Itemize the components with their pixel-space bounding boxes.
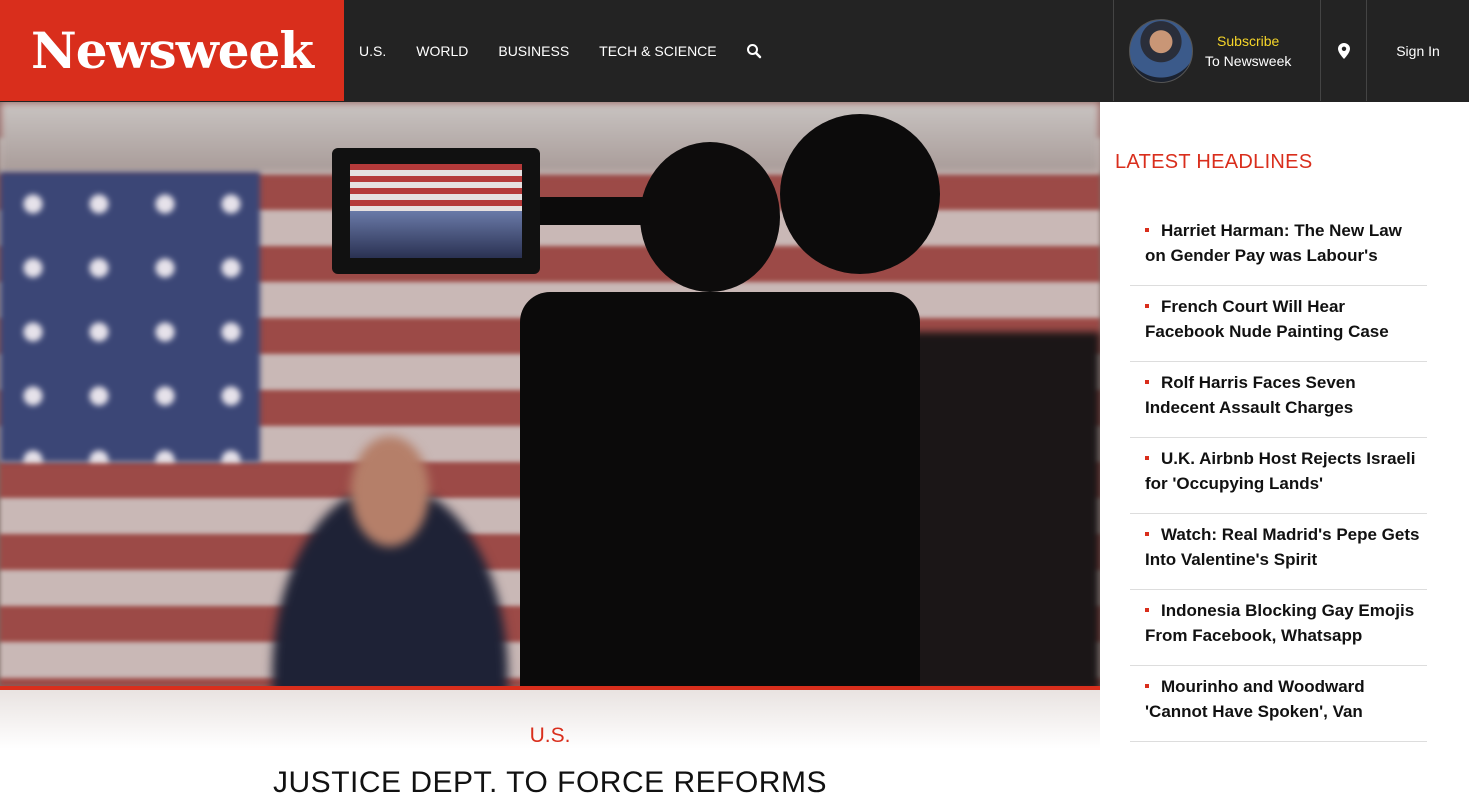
bullet-icon — [1145, 683, 1149, 688]
headline-text: Watch: Real Madrid's Pepe Gets Into Vale… — [1145, 525, 1420, 569]
site-header: Newsweek U.S. WORLD BUSINESS TECH & SCIE… — [0, 0, 1469, 102]
latest-headlines-sidebar: LATEST HEADLINES Harriet Harman: The New… — [1100, 102, 1469, 788]
headline-item[interactable]: Harriet Harman: The New Law on Gender Pa… — [1130, 208, 1427, 286]
location-button[interactable] — [1320, 0, 1366, 101]
hero-ceiling — [0, 102, 1100, 172]
headline-text: Rolf Harris Faces Seven Indecent Assault… — [1145, 373, 1356, 417]
camera-handle — [640, 142, 780, 292]
headline-item[interactable]: Indonesia Blocking Gay Emojis From Faceb… — [1130, 590, 1427, 666]
bullet-icon — [1145, 379, 1149, 384]
camera-body — [520, 292, 920, 686]
camera-viewfinder — [332, 148, 540, 274]
headline-item[interactable]: French Court Will Hear Facebook Nude Pai… — [1130, 286, 1427, 362]
newsweek-logo[interactable]: Newsweek — [0, 0, 344, 101]
nav-item-world[interactable]: WORLD — [401, 43, 483, 59]
sidebar-title: LATEST HEADLINES — [1115, 151, 1313, 173]
nav-item-tech-science[interactable]: TECH & SCIENCE — [584, 43, 731, 59]
subscribe-label: Subscribe — [1217, 32, 1280, 49]
bullet-icon — [1145, 227, 1149, 232]
viewfinder-screen — [350, 164, 522, 258]
subscribe-sublabel: To Newsweek — [1205, 52, 1292, 69]
main-nav: U.S. WORLD BUSINESS TECH & SCIENCE — [344, 0, 732, 101]
hero-flag-canton — [0, 172, 260, 462]
bullet-icon — [1145, 607, 1149, 612]
headline-item[interactable]: U.K. Airbnb Host Rejects Israeli for 'Oc… — [1130, 438, 1427, 514]
viewfinder-arm — [540, 197, 650, 225]
headline-text: Mourinho and Woodward 'Cannot Have Spoke… — [1145, 677, 1365, 721]
headline-text: Indonesia Blocking Gay Emojis From Faceb… — [1145, 601, 1415, 645]
headline-text: Harriet Harman: The New Law on Gender Pa… — [1145, 221, 1402, 265]
subscribe-promo[interactable]: Subscribe To Newsweek — [1113, 0, 1321, 101]
hero-speaker-blur — [240, 432, 540, 686]
sign-in-button[interactable]: Sign In — [1366, 0, 1469, 101]
headline-item[interactable]: Watch: Real Madrid's Pepe Gets Into Vale… — [1130, 514, 1427, 590]
nav-item-us[interactable]: U.S. — [344, 43, 401, 59]
bullet-icon — [1145, 303, 1149, 308]
bullet-icon — [1145, 455, 1149, 460]
subscribe-text: Subscribe To Newsweek — [1205, 31, 1291, 71]
article-category[interactable]: U.S. — [0, 724, 1100, 748]
headline-item[interactable]: Mourinho and Woodward 'Cannot Have Spoke… — [1130, 666, 1427, 742]
article-title[interactable]: JUSTICE DEPT. TO FORCE REFORMS — [0, 766, 1100, 800]
search-icon[interactable] — [746, 43, 762, 59]
headline-text: French Court Will Hear Facebook Nude Pai… — [1145, 297, 1389, 341]
nav-item-business[interactable]: BUSINESS — [483, 43, 584, 59]
logo-text: Newsweek — [30, 21, 314, 80]
headline-item[interactable]: Rolf Harris Faces Seven Indecent Assault… — [1130, 362, 1427, 438]
camera-lens — [780, 114, 940, 274]
headline-list: Harriet Harman: The New Law on Gender Pa… — [1130, 208, 1427, 742]
location-pin-icon — [1337, 42, 1350, 59]
headline-text: U.K. Airbnb Host Rejects Israeli for 'Oc… — [1145, 449, 1416, 493]
bullet-icon — [1145, 531, 1149, 536]
magazine-cover-avatar — [1129, 18, 1193, 83]
hero-image[interactable] — [0, 102, 1100, 686]
